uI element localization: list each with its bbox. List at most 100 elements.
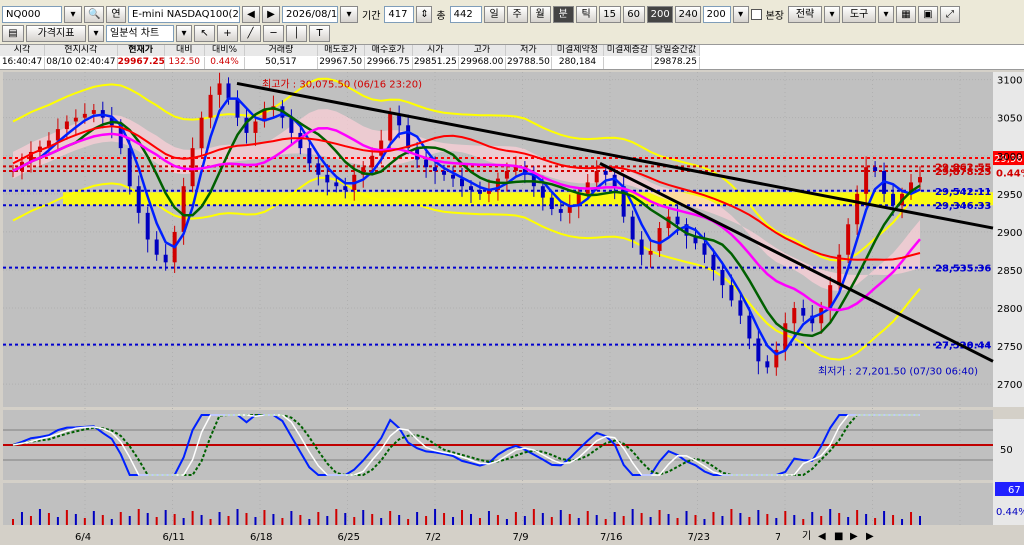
link-icon[interactable]: 연	[106, 5, 126, 23]
indicator-button[interactable]: 가격지표	[26, 25, 86, 42]
volume-bar	[865, 514, 868, 525]
date-prev-button[interactable]: ◀	[242, 5, 260, 23]
volume-bar	[155, 517, 158, 525]
volume-bar	[173, 514, 176, 525]
toolbar-row-sub: ▤ 가격지표 ▾ 일분석 차트 ▾ ↖ + ╱ ─ │ T	[2, 25, 330, 42]
tools-button[interactable]: 도구	[842, 5, 877, 23]
symbol-input[interactable]: NQ000	[2, 5, 62, 23]
minute-custom-input[interactable]: 200	[702, 5, 731, 23]
timeframe-minute[interactable]: 분	[552, 5, 574, 23]
tools-dropdown-icon[interactable]: ▾	[878, 5, 895, 23]
candle-body	[477, 190, 482, 194]
minute-240[interactable]: 240	[674, 5, 701, 23]
y-tick-label: 2800	[997, 304, 1022, 315]
volume-bar	[29, 516, 32, 525]
chart-type-dropdown-icon[interactable]: ▾	[176, 25, 192, 42]
tool-hline-icon[interactable]: ─	[263, 25, 284, 42]
volume-bar	[245, 513, 248, 525]
candle-body	[711, 254, 716, 270]
minute-60[interactable]: 60	[622, 5, 645, 23]
candle-body	[379, 140, 384, 156]
quote-local-time: 08/10 02:40:47	[45, 57, 118, 69]
calendar-dropdown-icon[interactable]: ▾	[340, 5, 358, 23]
window-icon[interactable]: ▣	[918, 5, 939, 23]
timeframe-week[interactable]: 주	[506, 5, 528, 23]
volume-bar	[227, 516, 230, 525]
candle-body	[127, 148, 132, 187]
price-panel[interactable]	[3, 72, 993, 407]
y-tick-label: 3100	[997, 76, 1022, 87]
volume-bar	[164, 510, 167, 525]
volume-bar	[92, 511, 95, 525]
search-icon[interactable]: 🔍	[84, 5, 104, 23]
price-level-label: 29,878.25	[935, 167, 991, 178]
quote-low: 29788.50	[506, 57, 552, 69]
volume-bar	[766, 514, 769, 525]
period-input[interactable]: 417	[384, 5, 415, 23]
minute-15[interactable]: 15	[598, 5, 621, 23]
volume-bar	[299, 515, 302, 525]
quote-high: 29968.00	[459, 57, 506, 69]
timeframe-day[interactable]: 일	[483, 5, 505, 23]
overlay-checkbox[interactable]	[750, 8, 762, 20]
timeframe-tick[interactable]: 틱	[575, 5, 597, 23]
candle-body	[451, 174, 456, 179]
grid-icon[interactable]: ▦	[896, 5, 917, 23]
minute-200-active[interactable]: 200	[646, 5, 673, 23]
volume-bar	[631, 509, 634, 525]
candle-body	[855, 193, 860, 225]
tool-cross-icon[interactable]: +	[217, 25, 238, 42]
quote-time: 16:40:47	[0, 57, 46, 69]
timeframe-month[interactable]: 월	[529, 5, 551, 23]
candle-body	[163, 254, 168, 263]
tool-pointer-icon[interactable]: ↖	[194, 25, 215, 42]
volume-bar	[362, 510, 365, 525]
candle-body	[73, 117, 78, 122]
y-tick-label: 2750	[997, 342, 1022, 353]
indicator-dropdown-icon[interactable]: ▾	[88, 25, 104, 42]
volume-bar	[461, 510, 464, 525]
candle-body	[594, 170, 599, 183]
tool-line-icon[interactable]: ╱	[240, 25, 261, 42]
nav-next-button[interactable]: ▶	[850, 531, 858, 542]
count-input[interactable]: 442	[449, 5, 482, 23]
quote-headers: 시각 현지시각 현재가 대비 대비% 거래량 매도호가 매수호가 시가 고가 저…	[0, 45, 701, 56]
nav-first-button[interactable]: 기	[802, 530, 811, 542]
candle-body	[513, 167, 518, 171]
candle-body	[82, 113, 87, 118]
candle-body	[720, 269, 725, 286]
volume-bar	[38, 509, 41, 525]
period-spin-icon[interactable]: ⇕	[416, 5, 433, 23]
candle-body	[864, 167, 869, 194]
y-tick-label: 2850	[997, 266, 1022, 277]
volume-bar	[335, 509, 338, 525]
strategy-dropdown-icon[interactable]: ▾	[824, 5, 841, 23]
quote-header-high: 고가	[458, 45, 506, 56]
nav-stop-button[interactable]: ■	[834, 531, 843, 542]
volume-bar	[182, 518, 185, 525]
candle-body	[540, 186, 545, 198]
minute-dropdown-icon[interactable]: ▾	[732, 5, 749, 23]
tool-vline-icon[interactable]: │	[286, 25, 307, 42]
osc-top-tag	[993, 407, 1024, 419]
volume-bar	[667, 514, 670, 525]
volume-bar	[263, 510, 266, 525]
tool-text-icon[interactable]: T	[309, 25, 330, 42]
chart-type-select[interactable]: 일분석 차트	[106, 25, 174, 42]
volume-bar	[20, 512, 23, 525]
nav-bar-bg	[780, 528, 1020, 542]
symbol-dropdown-icon[interactable]: ▾	[64, 5, 82, 23]
volume-bar	[56, 517, 59, 525]
nav-play-button[interactable]: ▶	[866, 531, 874, 542]
date-input[interactable]: 2026/08/10	[282, 5, 338, 23]
volume-bar	[236, 509, 239, 525]
layout-icon[interactable]: ▤	[2, 25, 24, 42]
candle-body	[154, 239, 159, 255]
candle-body	[783, 323, 788, 350]
product-name-field: E-mini NASDAQ100(26-0	[128, 5, 240, 23]
strategy-button[interactable]: 전략	[788, 5, 823, 23]
date-next-button[interactable]: ▶	[262, 5, 280, 23]
price-chart[interactable]: 29,9629,862.5529,878.250.44%29,542.1129,…	[0, 70, 1024, 545]
nav-prev-button[interactable]: ◀	[818, 531, 826, 542]
expand-icon[interactable]: ⤢	[940, 5, 961, 23]
